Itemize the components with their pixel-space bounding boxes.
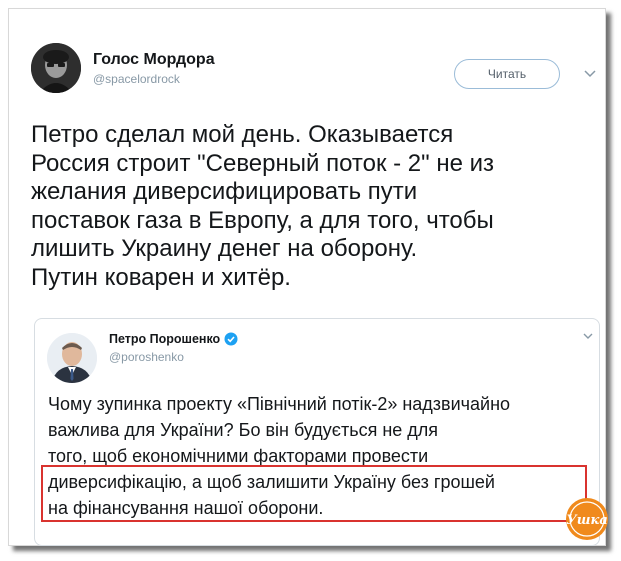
nyka-watermark-logo: Ушка: [566, 498, 608, 540]
avatar-photo-icon: [31, 43, 81, 93]
quoted-author-name[interactable]: Петро Порошенко: [109, 332, 238, 346]
avatar-photo-icon: [47, 333, 97, 383]
quoted-author-handle[interactable]: @poroshenko: [109, 350, 184, 364]
highlight-annotation: [41, 465, 587, 522]
follow-button[interactable]: Читать: [454, 59, 560, 89]
quoted-author-name-text: Петро Порошенко: [109, 332, 221, 346]
author-name[interactable]: Голос Мордора: [93, 51, 215, 69]
quoted-tweet[interactable]: Петро Порошенко @poroshenko Чому зупинка…: [34, 318, 600, 546]
tweet-card: Голос Мордора @spacelordrock Читать Петр…: [8, 8, 608, 546]
verified-badge-icon: [224, 332, 238, 346]
chevron-down-icon[interactable]: [583, 69, 597, 79]
author-avatar[interactable]: [31, 43, 81, 93]
author-handle[interactable]: @spacelordrock: [93, 72, 180, 86]
svg-text:Ушка: Ушка: [566, 513, 608, 528]
chevron-down-icon[interactable]: [582, 332, 594, 340]
quoted-author-avatar[interactable]: [47, 333, 97, 383]
tweet-text: Петро сделал мой день. Оказывается Росси…: [31, 121, 495, 291]
